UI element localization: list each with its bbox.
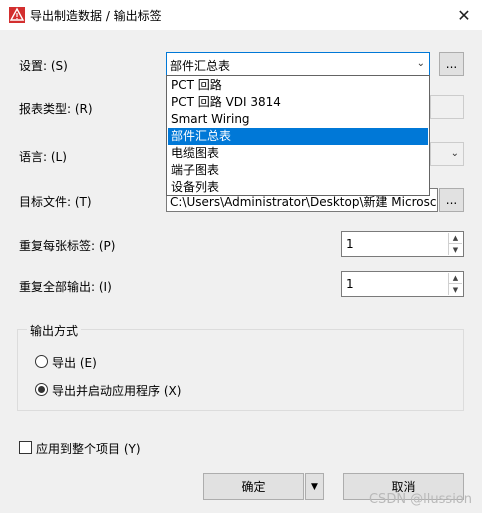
apply-all-label[interactable]: 应用到整个项目 (Y) — [36, 440, 141, 457]
arrow-up-icon[interactable]: ▲ — [449, 273, 462, 284]
close-icon: ✕ — [457, 5, 471, 25]
report-type-field[interactable] — [430, 95, 464, 119]
settings-more-button[interactable]: ... — [439, 52, 464, 76]
dropdown-item[interactable]: 电缆图表 — [168, 145, 428, 162]
export-radio-label[interactable]: 导出 (E) — [52, 354, 97, 371]
report-type-label: 报表类型: (R) — [19, 102, 93, 116]
arrow-up-icon[interactable]: ▲ — [449, 233, 462, 244]
dropdown-item-selected[interactable]: 部件汇总表 — [168, 128, 428, 145]
arrow-down-icon[interactable]: ▼ — [449, 244, 462, 255]
warning-app-icon — [9, 7, 25, 23]
output-mode-title: 输出方式 — [27, 322, 82, 339]
export-launch-radio[interactable] — [35, 383, 48, 396]
ok-button-label: 确定 — [241, 480, 266, 494]
repeat-each-value: 1 — [346, 237, 354, 251]
ok-split-arrow-button[interactable]: ▼ — [305, 473, 324, 500]
spin-arrows: ▲ ▼ — [448, 233, 462, 255]
chevron-down-icon: ⌄ — [450, 148, 459, 159]
dropdown-item[interactable]: Smart Wiring — [168, 111, 428, 128]
repeat-all-value: 1 — [346, 277, 354, 291]
export-radio[interactable] — [35, 355, 48, 368]
ellipsis-icon: ... — [445, 193, 458, 207]
spin-arrows: ▲ ▼ — [448, 273, 462, 295]
chevron-down-icon: ⌄ — [416, 58, 425, 69]
dropdown-item[interactable]: PCT 回路 VDI 3814 — [168, 94, 428, 111]
settings-combobox[interactable]: 部件汇总表 ⌄ — [166, 52, 430, 76]
dropdown-item[interactable]: 设备列表 — [168, 179, 428, 196]
ok-button[interactable]: 确定 — [203, 473, 304, 500]
repeat-all-label: 重复全部输出: (I) — [19, 280, 112, 294]
ellipsis-icon: ... — [445, 57, 458, 71]
language-combobox[interactable]: ⌄ — [430, 142, 464, 166]
apply-all-checkbox[interactable] — [19, 441, 32, 454]
repeat-each-stepper[interactable]: 1 ▲ ▼ — [341, 231, 464, 257]
target-file-browse-button[interactable]: ... — [439, 188, 464, 212]
dropdown-item[interactable]: 端子图表 — [168, 162, 428, 179]
settings-dropdown-list: PCT 回路 PCT 回路 VDI 3814 Smart Wiring 部件汇总… — [166, 75, 430, 196]
close-button[interactable]: ✕ — [446, 0, 482, 30]
repeat-all-stepper[interactable]: 1 ▲ ▼ — [341, 271, 464, 297]
repeat-each-label: 重复每张标签: (P) — [19, 239, 116, 253]
arrow-down-icon[interactable]: ▼ — [449, 284, 462, 295]
window-title: 导出制造数据 / 输出标签 — [30, 9, 162, 23]
export-launch-radio-label[interactable]: 导出并启动应用程序 (X) — [52, 382, 181, 399]
title-bar: 导出制造数据 / 输出标签 ✕ — [0, 0, 482, 30]
dropdown-item[interactable]: PCT 回路 — [168, 77, 428, 94]
caret-down-icon: ▼ — [311, 481, 318, 492]
settings-label: 设置: (S) — [19, 59, 68, 73]
target-file-label: 目标文件: (T) — [19, 195, 92, 209]
watermark: CSDN @llussion — [368, 492, 472, 507]
settings-value: 部件汇总表 — [170, 59, 231, 73]
language-label: 语言: (L) — [19, 150, 67, 164]
